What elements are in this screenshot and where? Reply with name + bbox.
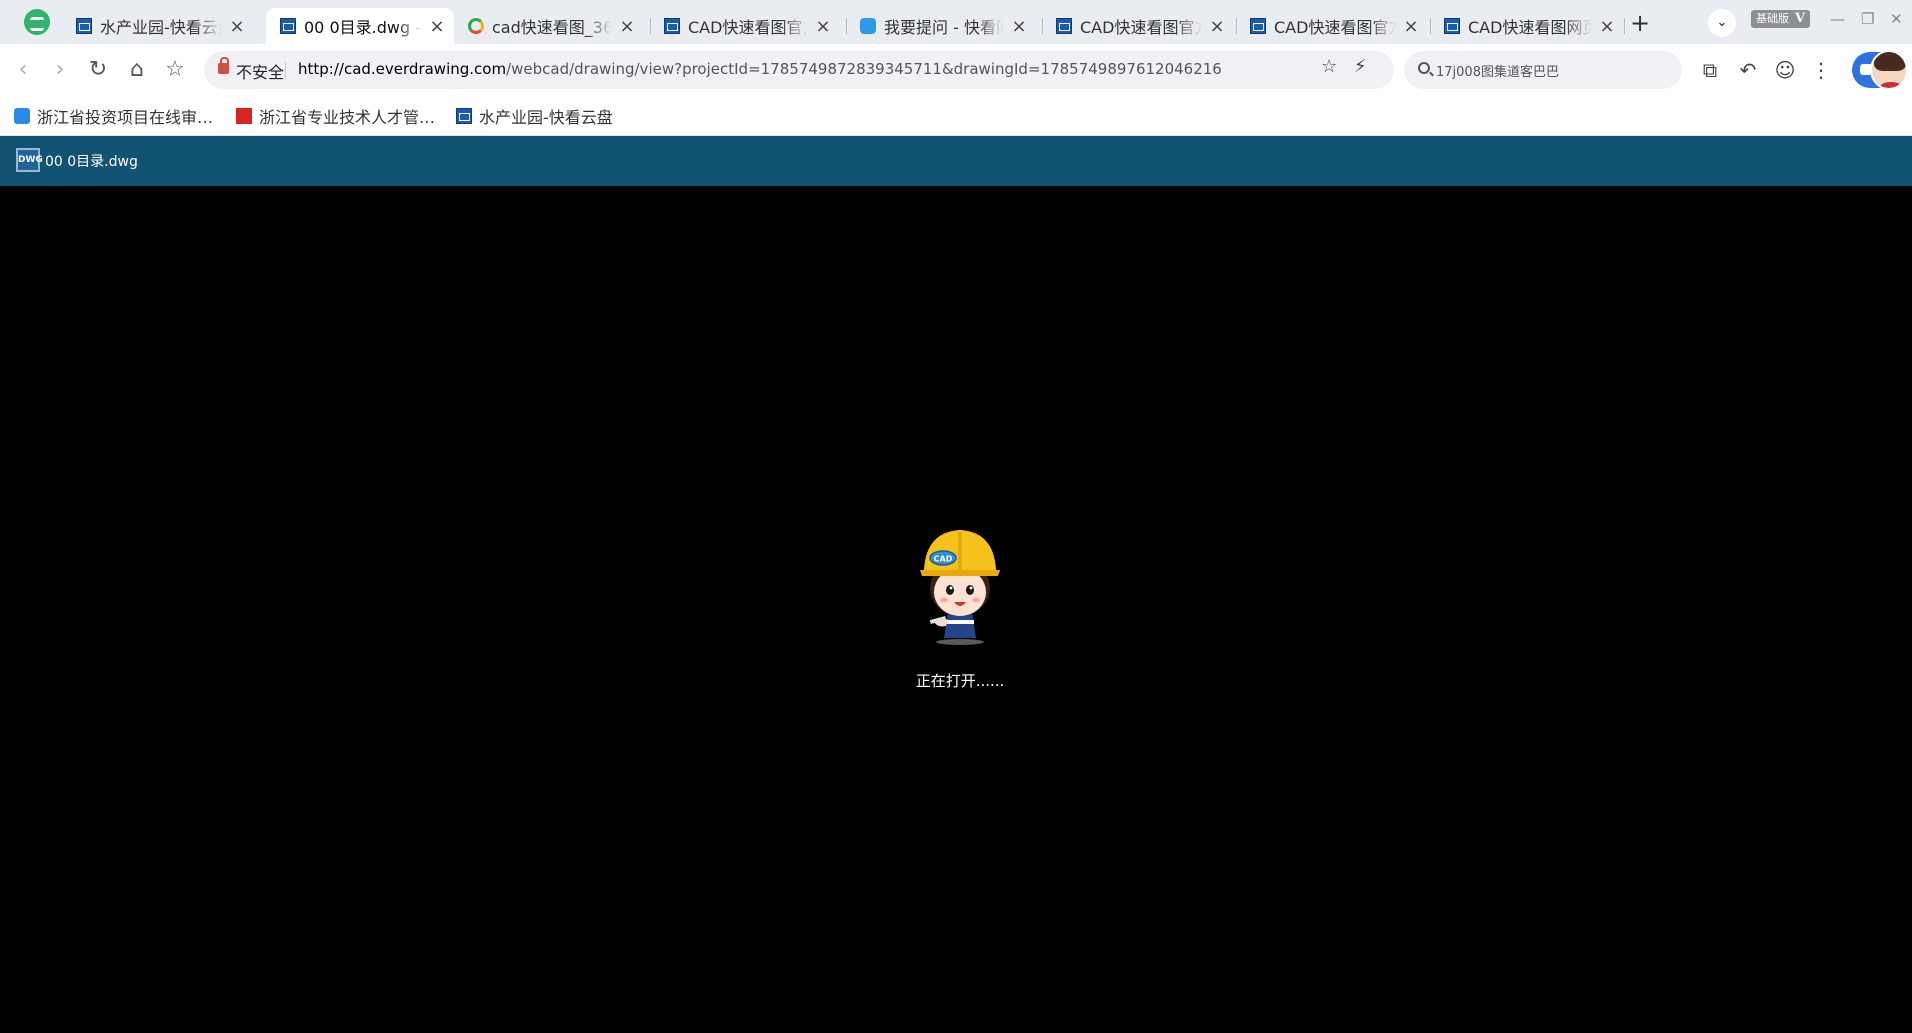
close-icon[interactable]: × (1402, 16, 1420, 37)
tab-360-search[interactable]: cad快速看图_360搜索 × (454, 8, 644, 44)
close-icon[interactable]: × (618, 16, 636, 37)
gov-emblem-icon (236, 108, 252, 124)
ask-icon (860, 18, 876, 34)
url-text[interactable]: http://cad.everdrawing.com/webcad/drawin… (298, 60, 1222, 78)
tab-label: 00 0目录.dwg - CAD快速看图 (304, 18, 422, 37)
screenshot-crop-icon[interactable]: ⧉ (1697, 56, 1723, 84)
vip-badge[interactable]: V (1790, 10, 1810, 28)
new-tab-button[interactable]: + (1630, 9, 1650, 37)
tab-cad-official-3[interactable]: CAD快速看图官方网站 × (1236, 8, 1428, 44)
cad-icon (76, 18, 92, 34)
loading-status: 正在打开...... (915, 672, 1005, 690)
bookmark-label: 浙江省专业技术人才管… (259, 108, 436, 127)
search-box[interactable]: 17j008图集道客巴巴 (1404, 51, 1682, 89)
close-icon[interactable]: × (228, 16, 246, 37)
security-status[interactable]: 不安全 (236, 59, 284, 83)
tab-shuichanye-cloud[interactable]: 水产业园-快看云盘 × (62, 8, 254, 44)
tab-cad-official-2[interactable]: CAD快速看图官方网站 × (1042, 8, 1234, 44)
cad-icon (664, 18, 680, 34)
restore-icon[interactable]: ❐ (1861, 10, 1874, 28)
viewer-header: DWG 00 0目录.dwg (0, 136, 1912, 186)
drawing-canvas[interactable]: CAD 正在打开...... (0, 186, 1912, 1033)
back-icon[interactable]: ‹ (10, 57, 36, 83)
search-icon (1418, 62, 1430, 74)
close-icon[interactable]: × (814, 16, 832, 37)
tab-label: 水产业园-快看云盘 (100, 18, 222, 37)
bookmark-star-icon[interactable]: ☆ (162, 57, 188, 83)
bookmark-label: 水产业园-快看云盘 (479, 108, 613, 127)
browser-logo-icon[interactable] (24, 9, 50, 35)
divider (285, 62, 286, 78)
tab-label: CAD快速看图官方网站 (1274, 18, 1396, 37)
cad-icon (280, 18, 296, 34)
search-360-icon (468, 18, 484, 34)
tab-label: 我要提问 - 快看问答 (884, 18, 1004, 37)
tab-list-button[interactable]: ⌄ (1708, 9, 1736, 37)
tab-label: CAD快速看图官方网站 (1080, 18, 1202, 37)
bookmark-zj-investment[interactable]: 浙江省投资项目在线审… (14, 104, 213, 128)
bookmarks-bar: 浙江省投资项目在线审… 浙江省专业技术人才管… 水产业园-快看云盘 (0, 96, 1912, 136)
url-host: http://cad.everdrawing.com (298, 60, 507, 78)
tab-dwg-viewer[interactable]: 00 0目录.dwg - CAD快速看图 × (266, 8, 454, 44)
close-icon[interactable]: × (1598, 16, 1616, 37)
tab-cad-official-1[interactable]: CAD快速看图官方网站 × (650, 8, 840, 44)
close-icon[interactable]: × (1010, 16, 1028, 37)
reload-icon[interactable]: ↻ (85, 57, 111, 83)
url-path: /webcad/drawing/view?projectId=178574987… (506, 60, 1222, 78)
assistant-avatar-button[interactable] (1852, 50, 1908, 90)
bookmark-zj-talent[interactable]: 浙江省专业技术人才管… (236, 104, 435, 128)
tab-label: CAD快速看图官方网站 (688, 18, 808, 37)
home-icon[interactable]: ⌂ (124, 57, 150, 83)
cad-mascot-icon: CAD (920, 530, 1000, 645)
bookmark-shuichanye-cloud[interactable]: 水产业园-快看云盘 (456, 104, 613, 128)
menu-icon[interactable]: ⋮ (1808, 56, 1834, 84)
bookmark-label: 浙江省投资项目在线审… (37, 108, 214, 127)
cad-icon (1444, 18, 1460, 34)
user-account-icon[interactable]: ☺ (1772, 56, 1798, 84)
undo-close-tab-icon[interactable]: ↶ (1735, 56, 1761, 84)
edition-badge[interactable]: 基础版 (1751, 10, 1794, 28)
favorite-star-icon[interactable]: ☆ (1321, 56, 1337, 77)
browser-toolbar: ‹ › ↻ ⌂ ☆ 不安全 http://cad.everdrawing.com… (0, 44, 1912, 96)
address-bar[interactable]: 不安全 http://cad.everdrawing.com/webcad/dr… (204, 51, 1394, 89)
file-name: 00 0目录.dwg (45, 154, 138, 170)
tab-cad-web[interactable]: CAD快速看图网页版 × (1430, 8, 1624, 44)
cad-icon (456, 108, 472, 124)
close-icon[interactable]: × (1208, 16, 1226, 37)
tab-ask-question[interactable]: 我要提问 - 快看问答 × (846, 8, 1036, 44)
close-icon[interactable]: × (428, 16, 446, 37)
avatar (1870, 50, 1908, 90)
cad-icon (1056, 18, 1072, 34)
dwg-file-icon: DWG (16, 148, 43, 172)
zhejiang-gov-icon (14, 108, 30, 124)
minimize-icon[interactable]: — (1830, 10, 1845, 28)
insecure-lock-icon[interactable] (218, 57, 229, 74)
tab-strip: 水产业园-快看云盘 × 00 0目录.dwg - CAD快速看图 × cad快速… (0, 0, 1912, 44)
forward-icon[interactable]: › (47, 57, 73, 83)
window-close-icon[interactable]: ✕ (1890, 10, 1903, 28)
tab-label: cad快速看图_360搜索 (492, 18, 612, 37)
cad-icon (1250, 18, 1266, 34)
tab-separator (1624, 18, 1625, 34)
mascot-hat-label: CAD (934, 555, 953, 564)
lightning-mode-icon[interactable]: ⚡︎ (1354, 56, 1367, 77)
search-input[interactable]: 17j008图集道客巴巴 (1436, 61, 1559, 80)
tab-label: CAD快速看图网页版 (1468, 18, 1592, 37)
